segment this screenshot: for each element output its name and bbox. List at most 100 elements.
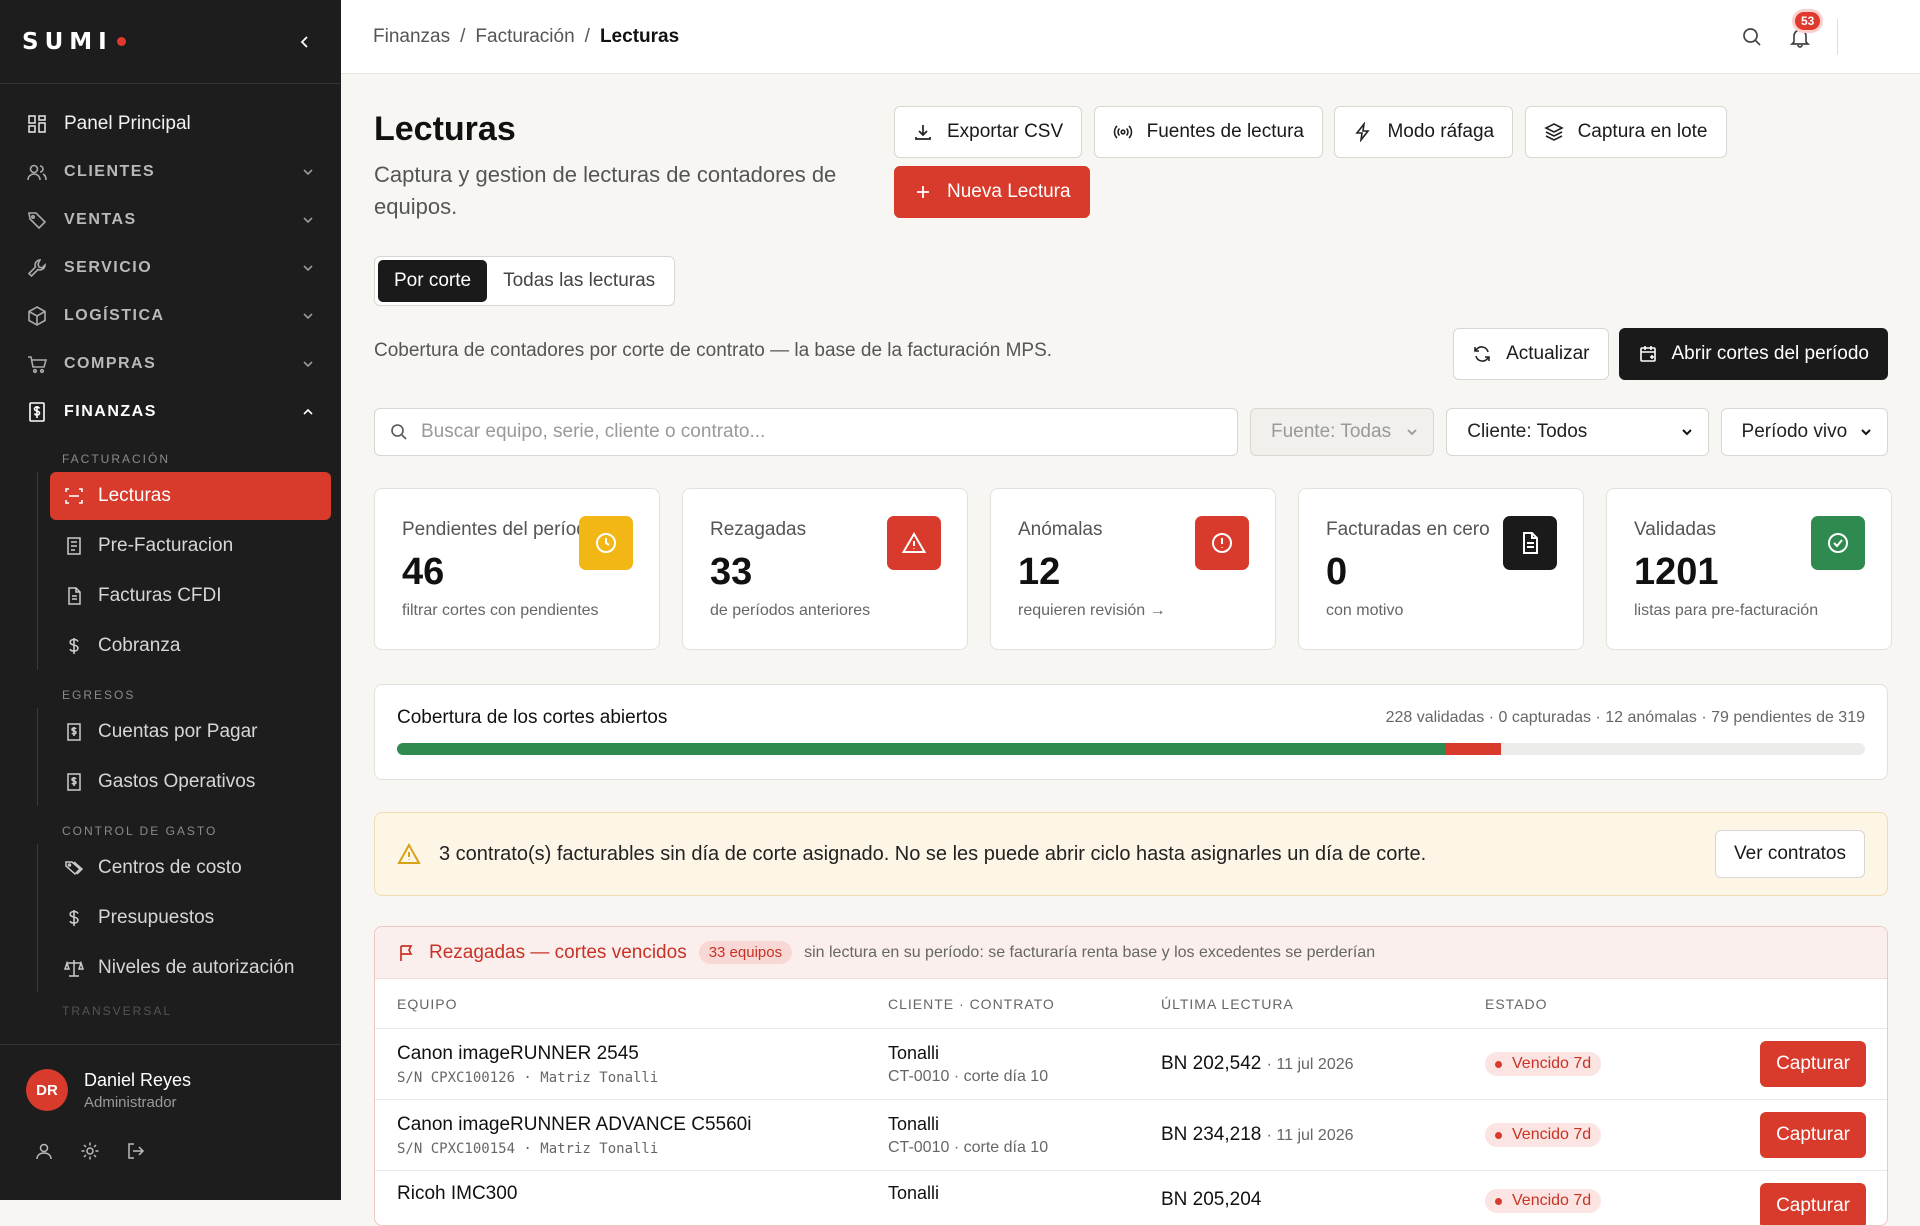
- rezagadas-header: Rezagadas — cortes vencidos 33 equipos s…: [375, 927, 1887, 979]
- sidebar-item-label: Cuentas por Pagar: [98, 721, 258, 742]
- gear-icon[interactable]: [80, 1141, 100, 1161]
- coverage-description: Cobertura de contadores por corte de con…: [374, 340, 1053, 361]
- fuentes-lectura-button[interactable]: Fuentes de lectura: [1093, 106, 1323, 158]
- sidebar-item-gastos-operativos[interactable]: Gastos Operativos: [50, 758, 331, 806]
- kpi-anomalas[interactable]: Anómalas 12 requieren revisión →: [990, 488, 1276, 650]
- search-input[interactable]: Buscar equipo, serie, cliente o contrato…: [374, 408, 1238, 456]
- alert-circle-icon: [1195, 516, 1249, 570]
- kpi-facturadas-cero[interactable]: Facturadas en cero 0 con motivo: [1298, 488, 1584, 650]
- user-icon[interactable]: [34, 1141, 54, 1161]
- sidebar-nav: Panel Principal CLIENTES VENTAS SERVICIO…: [0, 100, 341, 1022]
- sidebar-item-niveles-autorizacion[interactable]: Niveles de autorización: [50, 944, 331, 992]
- kpi-title: Anómalas: [1018, 519, 1103, 540]
- dollar-icon: [69, 910, 79, 926]
- breadcrumb: Finanzas / Facturación / Lecturas: [373, 26, 1741, 48]
- sidebar-section-label: COMPRAS: [64, 355, 157, 372]
- kpi-cards: Pendientes del período 46 filtrar cortes…: [374, 488, 1892, 650]
- kpi-pendientes[interactable]: Pendientes del período 46 filtrar cortes…: [374, 488, 660, 650]
- kpi-rezagadas[interactable]: Rezagadas 33 de períodos anteriores: [682, 488, 968, 650]
- sidebar-item-cobranza[interactable]: Cobranza: [50, 622, 331, 670]
- sidebar-section-ventas[interactable]: VENTAS: [0, 196, 341, 244]
- avatar: DR: [26, 1069, 68, 1111]
- column-header-estado: ESTADO: [1485, 995, 1548, 1012]
- export-csv-button[interactable]: Exportar CSV: [894, 106, 1083, 158]
- nueva-lectura-button[interactable]: Nueva Lectura: [894, 166, 1090, 218]
- logo-dot: [116, 37, 126, 46]
- sidebar-item-panel[interactable]: Panel Principal: [0, 100, 341, 148]
- chevron-down-icon: [1407, 429, 1417, 436]
- button-label: Ver contratos: [1734, 843, 1846, 864]
- captura-lote-button[interactable]: Captura en lote: [1524, 106, 1727, 158]
- sidebar-item-cuentas-por-pagar[interactable]: Cuentas por Pagar: [50, 708, 331, 756]
- sidebar-section-clientes[interactable]: CLIENTES: [0, 148, 341, 196]
- view-tabs: Por corte Todas las lecturas: [374, 256, 676, 306]
- status-badge: Vencido 7d: [1485, 1052, 1602, 1076]
- button-label: Actualizar: [1506, 343, 1590, 364]
- sidebar-section-finanzas[interactable]: FINANZAS: [0, 388, 341, 436]
- collapse-chevron-left-icon[interactable]: [297, 34, 313, 50]
- modo-rafaga-button[interactable]: Modo ráfaga: [1334, 106, 1514, 158]
- equipo-serial: S/N CPXC100126 · Matriz Tonalli: [397, 1069, 659, 1086]
- fuente-select[interactable]: Fuente: Todas: [1250, 408, 1435, 456]
- calendar-plus-icon: [1639, 346, 1656, 362]
- progress-anomalas: [1446, 743, 1502, 755]
- receipt-dollar-icon: [29, 402, 45, 422]
- sidebar-section-servicio[interactable]: SERVICIO: [0, 244, 341, 292]
- alert-banner: 3 contrato(s) facturables sin día de cor…: [374, 812, 1888, 896]
- sidebar-item-presupuestos[interactable]: Presupuestos: [50, 894, 331, 942]
- receipt-dollar-icon: [67, 723, 81, 741]
- cliente-name: Tonalli: [888, 1113, 940, 1134]
- kpi-note: requieren revisión →: [1018, 602, 1166, 619]
- cliente-name: Tonalli: [888, 1042, 940, 1063]
- tab-todas-lecturas[interactable]: Todas las lecturas: [487, 260, 671, 302]
- sidebar-section-label: VENTAS: [64, 211, 137, 228]
- sidebar-item-centros-de-costo[interactable]: Centros de costo: [50, 844, 331, 892]
- chevron-down-icon: [1681, 429, 1692, 436]
- sidebar-item-label: Centros de costo: [98, 857, 242, 878]
- sidebar-item-label: Lecturas: [98, 485, 171, 506]
- chevron-down-icon: [303, 169, 313, 176]
- sidebar-header: SUMI: [0, 0, 341, 84]
- breadcrumb-facturacion[interactable]: Facturación: [475, 26, 574, 48]
- kpi-title: Rezagadas: [710, 519, 807, 540]
- group-label-egresos: EGRESOS: [62, 688, 136, 702]
- tab-por-corte[interactable]: Por corte: [378, 260, 488, 302]
- logout-icon[interactable]: [126, 1141, 146, 1161]
- coverage-title: Cobertura de los cortes abiertos: [397, 707, 668, 728]
- scan-icon: [65, 488, 83, 504]
- logo[interactable]: SUMI: [22, 29, 126, 55]
- sidebar-item-lecturas[interactable]: Lecturas: [50, 472, 331, 520]
- receipt-icon: [67, 537, 81, 555]
- lectura-date: · 11 jul 2026: [1266, 1056, 1354, 1073]
- logo-text: SUMI: [22, 28, 113, 55]
- capturar-button[interactable]: Capturar: [1760, 1183, 1866, 1225]
- user-profile[interactable]: DR Daniel Reyes Administrador: [26, 1069, 315, 1111]
- chevron-down-icon: [303, 361, 313, 368]
- user-role: Administrador: [84, 1093, 177, 1111]
- sidebar-section-logistica[interactable]: LOGÍSTICA: [0, 292, 341, 340]
- sidebar-item-prefacturacion[interactable]: Pre-Facturacion: [50, 522, 331, 570]
- capturar-button[interactable]: Capturar: [1760, 1112, 1866, 1158]
- column-header-cliente: CLIENTE · CONTRATO: [888, 995, 1055, 1012]
- notifications[interactable]: 53: [1789, 11, 1821, 48]
- search-icon[interactable]: [1741, 26, 1763, 48]
- layers-icon: [1543, 123, 1564, 141]
- breadcrumb-finanzas[interactable]: Finanzas: [373, 26, 450, 48]
- sidebar-section-compras[interactable]: COMPRAS: [0, 340, 341, 388]
- periodo-select[interactable]: Período vivo: [1720, 408, 1888, 456]
- capturar-button[interactable]: Capturar: [1760, 1041, 1866, 1087]
- wrench-icon: [27, 259, 46, 278]
- search-icon: [391, 424, 407, 440]
- alert-text: 3 contrato(s) facturables sin día de cor…: [439, 842, 1427, 865]
- actualizar-button[interactable]: Actualizar: [1453, 328, 1609, 380]
- sidebar-item-label: Facturas CFDI: [98, 585, 222, 606]
- sidebar-item-facturas-cfdi[interactable]: Facturas CFDI: [50, 572, 331, 620]
- sidebar-item-label: Niveles de autorización: [98, 957, 295, 978]
- file-text-icon: [68, 587, 81, 605]
- kpi-validadas[interactable]: Validadas 1201 listas para pre-facturaci…: [1606, 488, 1892, 650]
- dashboard-grid-icon: [28, 115, 46, 133]
- abrir-cortes-button[interactable]: Abrir cortes del período: [1618, 328, 1888, 380]
- cliente-select[interactable]: Cliente: Todos: [1446, 408, 1709, 456]
- kpi-note: listas para pre-facturación: [1634, 602, 1819, 619]
- ver-contratos-button[interactable]: Ver contratos: [1715, 830, 1865, 878]
